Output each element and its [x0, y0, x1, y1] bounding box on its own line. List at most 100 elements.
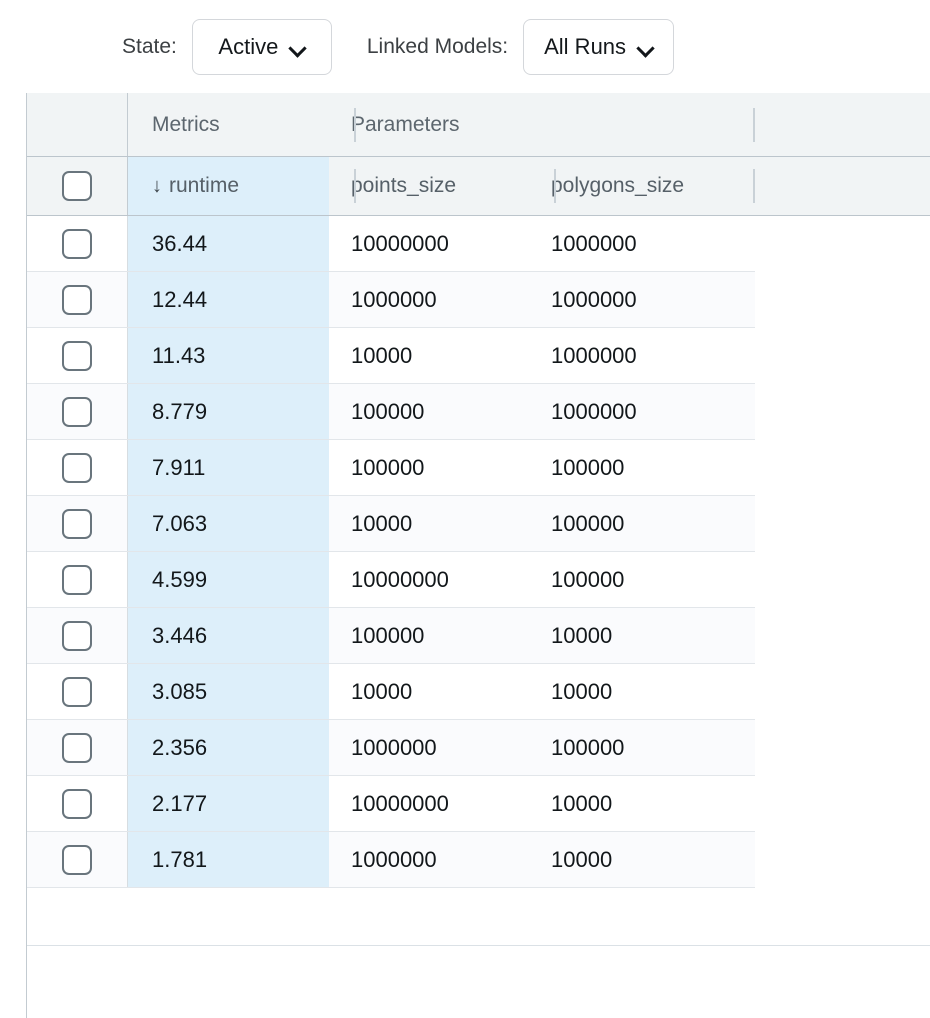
cell-polygons-size-value-cell: 10000 [529, 832, 728, 887]
row-checkbox[interactable] [62, 733, 92, 763]
chevron-down-icon [290, 42, 305, 51]
cell-points-size-value: 1000000 [351, 847, 437, 873]
cell-points-size-value-cell: 100000 [329, 440, 529, 495]
row-checkbox[interactable] [62, 789, 92, 819]
table-row[interactable]: 4.599 10000000 100000 [27, 552, 755, 608]
table-row[interactable]: 3.0851000010000 [27, 664, 755, 720]
cell-runtime-value-cell: 36.44 [128, 216, 329, 271]
cell-runtime-value: 1.781 [152, 847, 207, 873]
column-divider-points-size[interactable] [554, 169, 556, 203]
table-row[interactable]: 8.7791000001000000 [27, 384, 755, 440]
table-empty-spacer [27, 888, 930, 945]
table-row[interactable]: 7.063 10000 100000 [27, 496, 755, 552]
table-body: 36.4410000000100000012.44100000010000001… [27, 216, 930, 888]
column-header-polygons-size[interactable]: polygons_size [529, 157, 728, 215]
row-checkbox[interactable] [62, 565, 92, 595]
state-filter-value: Active [218, 34, 278, 60]
column-header-empty [728, 157, 930, 215]
table-column-header-row: ↓ runtime points_size polygons_size [27, 157, 930, 216]
cell-polygons-size-value-cell: 1000000 [529, 272, 728, 327]
cell-points-size-value: 10000000 [351, 231, 449, 257]
cell-points-size-value: 10000 [351, 511, 412, 537]
cell-points-size-value-cell: 100000 [329, 384, 529, 439]
table-row[interactable]: 11.43100001000000 [27, 328, 755, 384]
row-checkbox[interactable] [62, 229, 92, 259]
row-checkbox[interactable] [62, 397, 92, 427]
row-checkbox-cell [27, 552, 128, 607]
cell-runtime-value: 7.063 [152, 511, 207, 537]
state-filter-group: State: Active [122, 19, 332, 75]
row-checkbox-cell [27, 608, 128, 663]
cell-polygons-size-value-cell: 10000 [529, 776, 728, 831]
column-divider-runtime[interactable] [354, 169, 356, 203]
cell-runtime-value: 12.44 [152, 287, 207, 313]
row-checkbox[interactable] [62, 285, 92, 315]
cell-runtime-value-cell: 4.599 [128, 552, 329, 607]
row-checkbox-cell [27, 720, 128, 775]
cell-runtime-value-cell: 7.911 [128, 440, 329, 495]
cell-runtime-value-cell: 1.781 [128, 832, 329, 887]
column-header-runtime-label: runtime [169, 174, 239, 198]
group-divider-parameters [753, 108, 755, 142]
cell-points-size-value-cell: 10000 [329, 664, 529, 719]
cell-points-size-value-cell: 1000000 [329, 720, 529, 775]
linked-models-filter-dropdown[interactable]: All Runs [523, 19, 674, 75]
cell-polygons-size-value-cell: 10000 [529, 608, 728, 663]
cell-polygons-size-value: 1000000 [551, 231, 637, 257]
group-header-metrics-label: Metrics [152, 113, 220, 137]
cell-polygons-size-value-cell: 100000 [529, 552, 728, 607]
row-checkbox[interactable] [62, 509, 92, 539]
row-checkbox[interactable] [62, 453, 92, 483]
row-checkbox[interactable] [62, 677, 92, 707]
cell-runtime-value-cell: 3.446 [128, 608, 329, 663]
table-row[interactable]: 1.781 1000000 10000 [27, 832, 755, 888]
cell-points-size-value: 10000 [351, 343, 412, 369]
column-divider-polygons-size[interactable] [753, 169, 755, 203]
state-filter-label: State: [122, 35, 177, 59]
column-header-runtime[interactable]: ↓ runtime [128, 157, 329, 215]
group-header-parameters-label: Parameters [351, 113, 460, 137]
cell-runtime-value: 8.779 [152, 399, 207, 425]
cell-points-size-value: 10000000 [351, 567, 449, 593]
table-row[interactable]: 2.1771000000010000 [27, 776, 755, 832]
row-checkbox-cell [27, 272, 128, 327]
cell-points-size-value: 100000 [351, 399, 424, 425]
cell-polygons-size-value: 100000 [551, 735, 624, 761]
cell-runtime-value: 2.356 [152, 735, 207, 761]
table-row[interactable]: 3.446 100000 10000 [27, 608, 755, 664]
row-checkbox[interactable] [62, 621, 92, 651]
table-row[interactable]: 2.356 1000000 100000 [27, 720, 755, 776]
state-filter-dropdown[interactable]: Active [192, 19, 332, 75]
group-header-checkbox-cell [27, 93, 128, 156]
cell-points-size-value: 1000000 [351, 735, 437, 761]
cell-points-size-value: 100000 [351, 623, 424, 649]
cell-runtime-value: 3.446 [152, 623, 207, 649]
cell-polygons-size-value: 100000 [551, 567, 624, 593]
column-header-points-size[interactable]: points_size [329, 157, 529, 215]
cell-points-size-value-cell: 1000000 [329, 272, 529, 327]
group-header-parameters: Parameters [329, 93, 529, 156]
row-checkbox[interactable] [62, 341, 92, 371]
cell-polygons-size-value-cell: 100000 [529, 496, 728, 551]
cell-polygons-size-value: 100000 [551, 455, 624, 481]
cell-polygons-size-value-cell: 1000000 [529, 328, 728, 383]
row-checkbox-cell [27, 384, 128, 439]
table-row[interactable]: 36.44 10000000 1000000 [27, 216, 755, 272]
table-row[interactable]: 7.911100000100000 [27, 440, 755, 496]
select-all-checkbox[interactable] [62, 171, 92, 201]
row-checkbox-cell [27, 832, 128, 887]
row-checkbox-cell [27, 216, 128, 271]
row-checkbox-cell [27, 328, 128, 383]
table-row[interactable]: 12.44 1000000 1000000 [27, 272, 755, 328]
filter-toolbar: State: Active Linked Models: All Runs [0, 0, 930, 93]
cell-points-size-value: 1000000 [351, 287, 437, 313]
row-checkbox-cell [27, 776, 128, 831]
cell-polygons-size-value: 10000 [551, 623, 612, 649]
cell-points-size-value-cell: 1000000 [329, 832, 529, 887]
column-header-polygons-size-label: polygons_size [551, 174, 684, 198]
runs-table: Metrics Parameters ↓ runtime points_size [26, 93, 930, 1018]
row-checkbox[interactable] [62, 845, 92, 875]
row-checkbox-cell [27, 440, 128, 495]
group-header-parameters-cont [529, 93, 728, 156]
cell-points-size-value-cell: 10000000 [329, 552, 529, 607]
